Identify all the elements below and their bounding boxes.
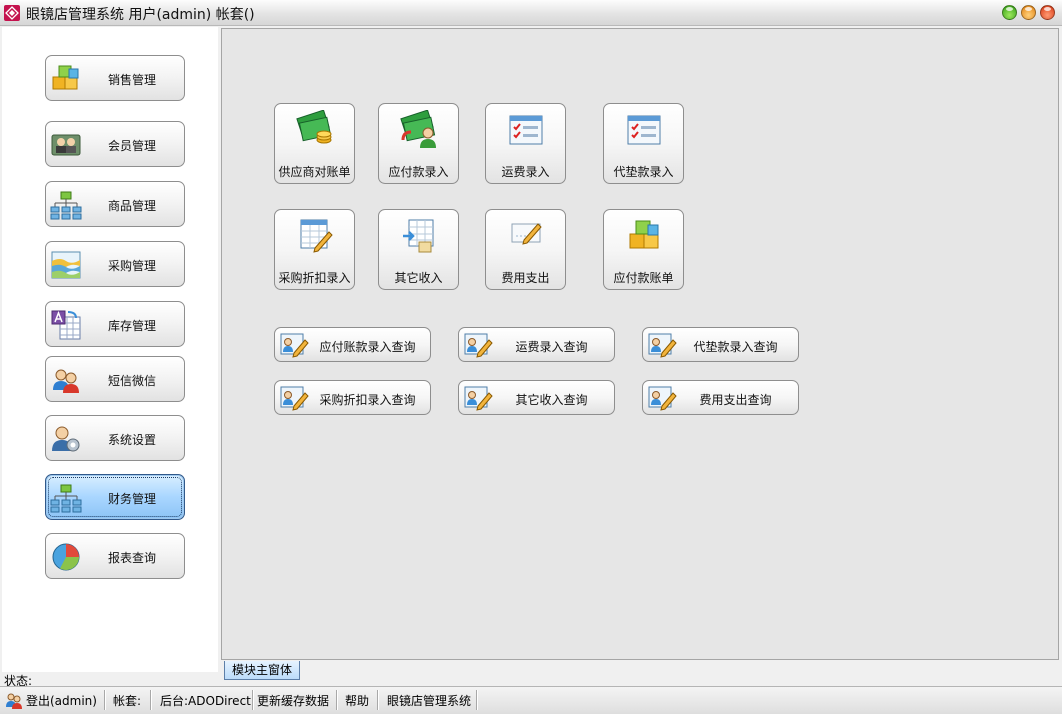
inventory-icon: [51, 310, 81, 340]
sidebar-item-label: 销售管理: [107, 73, 156, 87]
sidebar-item-label: 采购管理: [107, 259, 156, 273]
close-button[interactable]: [1040, 5, 1055, 20]
table-pencil-icon: [300, 219, 333, 253]
payable-entry-tile[interactable]: 应付款录入: [378, 103, 459, 184]
minimize-button[interactable]: [1002, 5, 1017, 20]
sidebar-item-label: 报表查询: [107, 551, 156, 565]
sidebar-item-label: 系统设置: [107, 433, 156, 447]
org-chart-icon: [50, 191, 82, 220]
query-button-label: 费用支出查询: [699, 393, 772, 407]
tile-label: 应付款账单: [613, 271, 674, 285]
sidebar-item-label: 库存管理: [107, 319, 156, 333]
supplier-statement-tile[interactable]: 供应商对账单: [274, 103, 355, 184]
id-card-edit-icon: [648, 333, 677, 358]
sidebar-item-inventory[interactable]: 库存管理: [45, 301, 185, 347]
sidebar-item-reports[interactable]: 报表查询: [45, 533, 185, 579]
sidebar-item-products[interactable]: 商品管理: [45, 181, 185, 227]
users-icon: [53, 369, 79, 393]
sidebar-item-label: 短信微信: [107, 374, 156, 388]
query-button-label: 运费录入查询: [515, 340, 588, 354]
id-card-edit-icon: [280, 386, 309, 411]
status-separator: [476, 690, 478, 710]
query-button-label: 采购折扣录入查询: [319, 393, 416, 407]
query-button-label: 其它收入查询: [515, 393, 588, 407]
tile-label: 运费录入: [501, 165, 550, 179]
help-button[interactable]: 帮助: [345, 692, 369, 709]
sidebar-item-label: 商品管理: [107, 199, 156, 213]
status-separator: [252, 690, 254, 710]
logout-link[interactable]: 登出(admin): [26, 692, 97, 709]
expense-query-button[interactable]: 费用支出查询: [642, 380, 799, 415]
user-settings-icon: [52, 426, 80, 452]
tile-label: 采购折扣录入: [278, 271, 351, 285]
id-card-edit-icon: [464, 386, 493, 411]
sidebar-nav: 销售管理 会员管理 商品管理 采购管理 库存管理 短信微信 系统设置 财务管理 …: [2, 27, 218, 672]
money-user-icon: [400, 110, 436, 148]
sidebar-item-purchasing[interactable]: 采购管理: [45, 241, 185, 287]
sidebar-item-sms-wechat[interactable]: 短信微信: [45, 356, 185, 402]
query-button-label: 代垫款录入查询: [693, 340, 778, 354]
chart-layers-icon: [51, 251, 81, 279]
checklist-icon: [509, 115, 543, 145]
tile-label: 费用支出: [501, 271, 550, 285]
pie-chart-icon: [52, 543, 80, 571]
other-income-tile[interactable]: 其它收入: [378, 209, 459, 290]
purchase-discount-entry-tile[interactable]: 采购折扣录入: [274, 209, 355, 290]
payables-statement-tile[interactable]: 应付款账单: [603, 209, 684, 290]
refresh-cache-button[interactable]: 更新缓存数据: [257, 692, 329, 709]
window-title: 眼镜店管理系统 用户(admin) 帐套(): [26, 7, 255, 23]
title-bar[interactable]: 眼镜店管理系统 用户(admin) 帐套(): [0, 0, 1062, 26]
checklist-icon: [627, 115, 661, 145]
tile-label: 代垫款录入: [613, 165, 674, 179]
maximize-button[interactable]: [1021, 5, 1036, 20]
sidebar-item-label: 财务管理: [107, 492, 156, 506]
id-card-edit-icon: [280, 333, 309, 358]
tile-label: 供应商对账单: [278, 165, 351, 179]
sidebar-item-system-settings[interactable]: 系统设置: [45, 415, 185, 461]
id-card-edit-icon: [464, 333, 493, 358]
table-import-icon: [403, 219, 434, 253]
payables-entry-query-button[interactable]: 应付账款录入查询: [274, 327, 431, 362]
sidebar-item-finance[interactable]: 财务管理: [45, 474, 185, 520]
card-pencil-icon: [511, 223, 542, 245]
sidebar-item-sales[interactable]: 销售管理: [45, 55, 185, 101]
module-main-panel: 供应商对账单 应付款录入 运费录入 代垫款录入 采购折扣录入 其它收入 费用支出…: [221, 28, 1059, 660]
status-separator: [150, 690, 152, 710]
status-separator: [377, 690, 379, 710]
tile-label: 应付款录入: [388, 165, 449, 179]
freight-entry-tile[interactable]: 运费录入: [485, 103, 566, 184]
other-income-query-button[interactable]: 其它收入查询: [458, 380, 615, 415]
status-separator: [104, 690, 106, 710]
status-bar: 登出(admin) 帐套: 后台:ADODirect 更新缓存数据 帮助 眼镜店…: [0, 686, 1062, 714]
sidebar-item-label: 会员管理: [107, 139, 156, 153]
id-card-edit-icon: [648, 386, 677, 411]
expense-tile[interactable]: 费用支出: [485, 209, 566, 290]
users-icon: [6, 693, 22, 709]
members-icon: [51, 134, 81, 156]
app-logo-icon: [4, 5, 20, 21]
money-coins-icon: [296, 110, 332, 144]
boxes-icon: [629, 220, 659, 249]
freight-entry-query-button[interactable]: 运费录入查询: [458, 327, 615, 362]
advance-payment-query-button[interactable]: 代垫款录入查询: [642, 327, 799, 362]
advance-payment-entry-tile[interactable]: 代垫款录入: [603, 103, 684, 184]
sidebar-item-members[interactable]: 会员管理: [45, 121, 185, 167]
backend-status: 后台:ADODirect: [160, 694, 251, 708]
account-status: 帐套:: [113, 694, 142, 708]
query-button-label: 应付账款录入查询: [319, 340, 416, 354]
app-name-status: 眼镜店管理系统: [387, 694, 472, 708]
org-chart-icon: [50, 484, 82, 513]
boxes-icon: [52, 65, 79, 90]
purchase-discount-query-button[interactable]: 采购折扣录入查询: [274, 380, 431, 415]
tab-module-main-window[interactable]: 模块主窗体: [224, 661, 300, 680]
status-separator: [336, 690, 338, 710]
tile-label: 其它收入: [394, 271, 443, 285]
